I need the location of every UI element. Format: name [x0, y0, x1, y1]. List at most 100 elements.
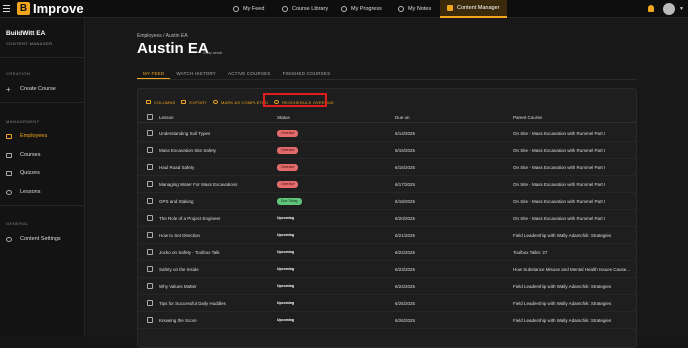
breadcrumb[interactable]: Employees / Austin EA	[137, 33, 188, 39]
create-course-button[interactable]: + Create Course	[0, 82, 85, 96]
parent-course-cell: On Site - Mass Excavation with Rummel Pa…	[513, 199, 606, 204]
lesson-cell[interactable]: Understanding Soil Types	[159, 131, 271, 136]
lesson-cell[interactable]: Safety on the Inside	[159, 267, 271, 272]
lesson-cell[interactable]: Tips for Successful Daily Huddles	[159, 301, 271, 306]
header-parent-course[interactable]: Parent Course	[513, 115, 542, 120]
lesson-cell[interactable]: Mass Excavation Site Safety	[159, 148, 271, 153]
table-row[interactable]: Tips for Successful Daily Huddles Upcomin…	[138, 295, 636, 312]
menu-icon[interactable]	[3, 5, 10, 12]
section-general: GENERAL	[6, 221, 29, 226]
lesson-cell[interactable]: Why Values Matter	[159, 284, 271, 289]
status-badge: Upcoming	[277, 250, 295, 254]
sidebar-item-content-settings[interactable]: Content Settings	[0, 232, 85, 246]
lesson-cell[interactable]: The Role of a Project Engineer	[159, 216, 271, 221]
sidebar-item-label: Create Course	[20, 86, 56, 92]
divider	[0, 57, 85, 58]
row-checkbox[interactable]	[147, 283, 153, 289]
columns-button[interactable]: COLUMNS	[146, 100, 175, 105]
nav-label: Course Library	[292, 6, 329, 12]
sidebar: BuildWitt EA CONTENT MANAGER CREATION + …	[0, 18, 85, 337]
table-row[interactable]: Safety on the Inside Upcoming 6/23/2025 How…	[138, 261, 636, 278]
table-row[interactable]: Managing Water For Mass Excavations Overd…	[138, 176, 636, 193]
org-role: CONTENT MANAGER	[6, 41, 53, 46]
due-date-cell: 6/17/2025	[395, 182, 416, 187]
lesson-cell[interactable]: Managing Water For Mass Excavations	[159, 182, 271, 187]
sidebar-item-employees[interactable]: Employees	[0, 129, 85, 143]
due-date-cell: 6/26/2025	[395, 318, 416, 323]
header-lesson[interactable]: Lesson	[159, 115, 174, 120]
notes-icon	[398, 6, 404, 12]
status-badge: Upcoming	[277, 216, 295, 220]
mark-completed-label: MARK AS COMPLETED	[220, 99, 269, 105]
row-checkbox[interactable]	[147, 232, 153, 238]
status-badge: Upcoming	[277, 301, 295, 305]
tab-bar: MY FEED WATCH HISTORY ACTIVE COURSES FIN…	[137, 69, 336, 79]
row-checkbox[interactable]	[147, 215, 153, 221]
row-checkbox[interactable]	[147, 130, 153, 136]
row-checkbox[interactable]	[147, 266, 153, 272]
sidebar-item-lessons[interactable]: Lessons	[0, 185, 85, 199]
quiz-icon	[6, 170, 12, 176]
table-row[interactable]: The Role of a Project Engineer Upcoming 6/…	[138, 210, 636, 227]
row-checkbox[interactable]	[147, 198, 153, 204]
page-title: Austin EA	[137, 40, 209, 57]
play-icon	[6, 189, 12, 195]
table-row[interactable]: Haul Road Safety Overdue 6/16/2025 On Site …	[138, 159, 636, 176]
sidebar-item-label: Content Settings	[20, 236, 61, 242]
logo-icon: B	[17, 2, 30, 15]
lesson-cell[interactable]: GPS and Staking	[159, 199, 271, 204]
status-badge: Due Today	[277, 198, 302, 205]
row-checkbox[interactable]	[147, 181, 153, 187]
parent-course-cell: How Substance Misuse and Mental Health I…	[513, 267, 631, 272]
section-creation: CREATION	[6, 71, 31, 76]
chevron-down-icon[interactable]: ▼	[679, 6, 684, 12]
tab-my-feed[interactable]: MY FEED	[137, 69, 171, 79]
row-checkbox[interactable]	[147, 147, 153, 153]
parent-course-cell: Field Leadership with Wally Adamchik: St…	[513, 301, 612, 306]
lesson-cell[interactable]: Jocko on Safety - Toolbox Talk	[159, 250, 271, 255]
mark-completed-button[interactable]: MARK AS COMPLETED	[212, 99, 269, 105]
tab-finished-courses[interactable]: FINISHED COURSES	[277, 69, 337, 79]
nav-course-library[interactable]: Course Library	[282, 0, 328, 18]
row-checkbox[interactable]	[147, 249, 153, 255]
nav-my-notes[interactable]: My Notes	[398, 0, 431, 18]
due-date-cell: 6/25/2025	[395, 301, 416, 306]
row-checkbox[interactable]	[147, 317, 153, 323]
header-status[interactable]: Status	[277, 115, 290, 120]
lesson-cell[interactable]: Knowing the Score	[159, 318, 271, 323]
nav-my-feed[interactable]: My Feed	[233, 0, 264, 18]
row-checkbox[interactable]	[147, 300, 153, 306]
export-button[interactable]: EXPORT	[181, 100, 207, 105]
parent-course-cell: On Site - Mass Excavation with Rummel Pa…	[513, 148, 606, 153]
row-checkbox[interactable]	[147, 164, 153, 170]
table-row[interactable]: How to Set Direction Upcoming 6/21/2025 Fie…	[138, 227, 636, 244]
parent-course-cell: Toolbox Talks: 27	[513, 250, 548, 255]
nav-my-progress[interactable]: My Progress	[341, 0, 382, 18]
status-badge: Upcoming	[277, 233, 295, 237]
table-row[interactable]: GPS and Staking Due Today 6/18/2025 On Site…	[138, 193, 636, 210]
table-row[interactable]: Jocko on Safety - Toolbox Talk Upcoming 6/…	[138, 244, 636, 261]
due-date-cell: 6/18/2025	[395, 199, 416, 204]
courses-icon	[6, 152, 12, 158]
due-date-cell: 6/22/2025	[395, 250, 416, 255]
header-due-on[interactable]: Due on	[395, 115, 410, 120]
tab-active-courses[interactable]: ACTIVE COURSES	[222, 69, 277, 79]
table-row[interactable]: Mass Excavation Site Safety Overdue 6/15/2…	[138, 142, 636, 159]
lesson-cell[interactable]: Haul Road Safety	[159, 165, 271, 170]
sidebar-item-label: Quizzes	[20, 170, 40, 176]
tab-watch-history[interactable]: WATCH HISTORY	[170, 69, 222, 79]
sidebar-item-label: Courses	[20, 152, 41, 158]
table-row[interactable]: Knowing the Score Upcoming 6/26/2025 Field …	[138, 312, 636, 329]
top-navigation-bar: B Improve My Feed Course Library My Prog…	[0, 0, 688, 18]
table-row[interactable]: Understanding Soil Types Overdue 6/14/2025…	[138, 125, 636, 142]
sidebar-item-courses[interactable]: Courses	[0, 148, 85, 162]
select-all-checkbox[interactable]	[147, 114, 153, 120]
sidebar-item-quizzes[interactable]: Quizzes	[0, 166, 85, 180]
sidebar-item-label: Employees	[20, 133, 48, 139]
table-row[interactable]: Why Values Matter Upcoming 6/24/2025 Field …	[138, 278, 636, 295]
status-badge: Overdue	[277, 181, 299, 188]
notification-bell-icon[interactable]	[648, 5, 654, 12]
lesson-cell[interactable]: How to Set Direction	[159, 233, 271, 238]
avatar[interactable]	[663, 3, 675, 15]
nav-content-manager[interactable]: Content Manager	[440, 0, 507, 18]
